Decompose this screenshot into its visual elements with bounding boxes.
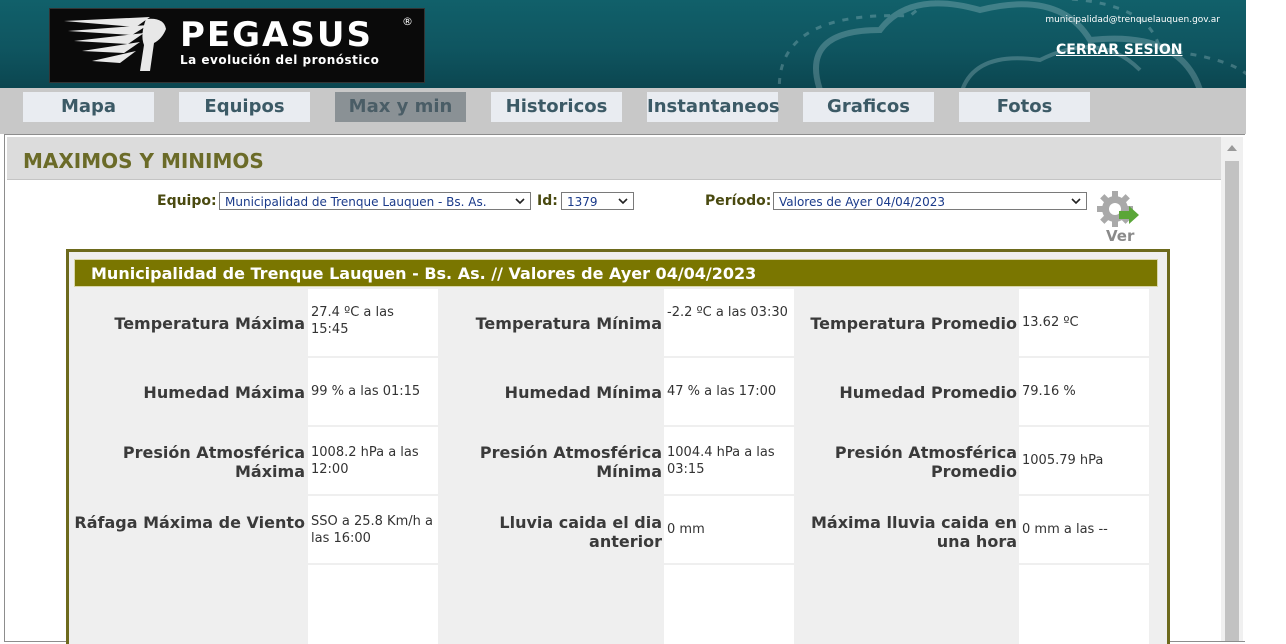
logout-link[interactable]: CERRAR SESION: [1056, 42, 1182, 58]
equipo-select[interactable]: Municipalidad de Trenque Lauquen - Bs. A…: [219, 192, 531, 210]
label-temperatura-promedio: Temperatura Promedio: [810, 314, 1017, 333]
value-lluvia-maxima-hora: 0 mm a las --: [1019, 496, 1149, 563]
id-select[interactable]: 1379: [561, 192, 634, 210]
empty-cell: [664, 565, 794, 644]
value-temperatura-promedio: 13.62 ºC: [1019, 289, 1149, 356]
page-title: MAXIMOS Y MINIMOS: [23, 149, 264, 173]
tab-mapa[interactable]: Mapa: [23, 92, 154, 122]
value-text: 1008.2 hPa a las 12:00: [311, 445, 419, 477]
value-text: 13.62 ºC: [1022, 315, 1079, 330]
value-text: SSO a 25.8 Km/h a las 16:00: [311, 514, 433, 546]
periodo-select[interactable]: Valores de Ayer 04/04/2023: [773, 192, 1087, 210]
tab-graficos[interactable]: Graficos: [803, 92, 934, 122]
value-text: -2.2 ºC a las 03:30: [667, 305, 788, 320]
value-humedad-promedio: 79.16 %: [1019, 358, 1149, 425]
panel-header: Municipalidad de Trenque Lauquen - Bs. A…: [74, 259, 1158, 287]
value-presion-minima: 1004.4 hPa a las 03:15: [664, 427, 794, 494]
label-presion-promedio: Presión Atmosférica Promedio: [834, 443, 1017, 481]
content-frame: MAXIMOS Y MINIMOS Equipo: Municipalidad …: [4, 134, 1245, 644]
id-selected-value: 1379: [567, 195, 598, 209]
equipo-label: Equipo:: [157, 193, 217, 209]
panel-title: Municipalidad de Trenque Lauquen - Bs. A…: [91, 264, 757, 283]
value-humedad-minima: 47 % a las 17:00: [664, 358, 794, 425]
tab-equipos[interactable]: Equipos: [179, 92, 310, 122]
chevron-down-icon: [618, 198, 628, 205]
site-header: PEGASUS ® La evolución del pronóstico mu…: [0, 0, 1246, 88]
tab-fotos[interactable]: Fotos: [959, 92, 1090, 122]
label-temperatura-maxima: Temperatura Máxima: [114, 314, 305, 333]
label-humedad-maxima: Humedad Máxima: [143, 383, 305, 402]
value-text: 0 mm a las --: [1022, 522, 1108, 537]
value-temperatura-minima: -2.2 ºC a las 03:30: [664, 289, 794, 356]
value-text: 99 % a las 01:15: [311, 384, 421, 399]
value-text: 27.4 ºC a las 15:45: [311, 305, 394, 337]
periodo-label: Período:: [705, 193, 772, 209]
empty-cell: [308, 565, 438, 644]
logo-title: PEGASUS: [180, 15, 373, 55]
app-window: PEGASUS ® La evolución del pronóstico mu…: [0, 0, 1246, 644]
value-temperatura-maxima: 27.4 ºC a las 15:45: [308, 289, 438, 356]
chevron-down-icon: [1071, 198, 1081, 205]
label-temperatura-minima: Temperatura Mínima: [475, 314, 662, 333]
id-label: Id:: [537, 193, 558, 209]
data-panel: Municipalidad de Trenque Lauquen - Bs. A…: [66, 249, 1170, 644]
label-presion-minima: Presión Atmosférica Mínima: [479, 443, 662, 481]
ver-button-label[interactable]: Ver: [1106, 227, 1134, 245]
user-email: municipalidad@trenquelauquen.gov.ar: [1045, 15, 1220, 25]
label-humedad-minima: Humedad Mínima: [504, 383, 662, 402]
label-lluvia-maxima-hora: Máxima lluvia caida en una hora: [810, 513, 1017, 551]
empty-cell: [1019, 565, 1149, 644]
pegasus-wing-icon: [64, 17, 166, 71]
equipo-selected-value: Municipalidad de Trenque Lauquen - Bs. A…: [225, 195, 487, 209]
pegasus-logo[interactable]: PEGASUS ® La evolución del pronóstico: [49, 8, 425, 83]
value-text: 47 % a las 17:00: [667, 384, 777, 399]
label-lluvia-dia-anterior: Lluvia caida el dia anterior: [499, 513, 662, 551]
value-text: 0 mm: [667, 522, 705, 537]
scroll-up-arrow-icon[interactable]: [1227, 145, 1237, 151]
label-presion-maxima: Presión Atmosférica Máxima: [122, 443, 305, 481]
vertical-scrollbar[interactable]: [1221, 137, 1243, 641]
tab-instantaneos[interactable]: Instantaneos: [647, 92, 780, 122]
logo-subtitle: La evolución del pronóstico: [180, 53, 380, 67]
value-humedad-maxima: 99 % a las 01:15: [308, 358, 438, 425]
value-lluvia-dia-anterior: 0 mm: [664, 496, 794, 563]
value-text: 1004.4 hPa a las 03:15: [667, 445, 775, 477]
value-presion-maxima: 1008.2 hPa a las 12:00: [308, 427, 438, 494]
value-text: 79.16 %: [1022, 384, 1076, 399]
value-text: 1005.79 hPa: [1022, 453, 1104, 468]
chevron-down-icon: [515, 198, 525, 205]
label-humedad-promedio: Humedad Promedio: [839, 383, 1017, 402]
value-presion-promedio: 1005.79 hPa: [1019, 427, 1149, 494]
label-rafaga-maxima: Ráfaga Máxima de Viento: [74, 513, 305, 532]
tab-historicos[interactable]: Historicos: [491, 92, 622, 122]
main-nav: Mapa Equipos Max y min Historicos Instan…: [0, 88, 1246, 134]
logo-registered-mark: ®: [402, 15, 413, 28]
page-title-bar: MAXIMOS Y MINIMOS: [7, 137, 1221, 180]
scroll-thumb[interactable]: [1225, 161, 1239, 641]
value-rafaga-maxima: SSO a 25.8 Km/h a las 16:00: [308, 496, 438, 563]
tab-max-y-min[interactable]: Max y min: [335, 92, 466, 122]
periodo-selected-value: Valores de Ayer 04/04/2023: [779, 195, 946, 209]
